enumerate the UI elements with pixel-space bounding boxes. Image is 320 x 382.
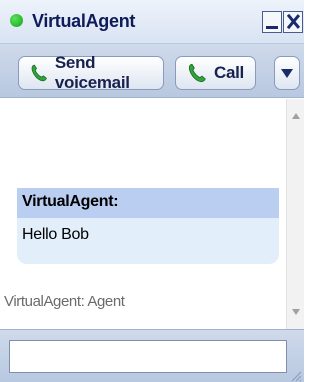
minimize-icon[interactable] [262, 11, 282, 33]
send-voicemail-label: Send voicemail [54, 53, 130, 92]
message-sender: VirtualAgent: [17, 188, 279, 218]
message-text: Hello Bob [22, 226, 89, 243]
phone-icon [188, 63, 206, 83]
scroll-up-icon[interactable] [292, 113, 300, 119]
toolbar: Send voicemail Call [0, 44, 304, 98]
close-icon[interactable] [283, 11, 303, 33]
chat-message: VirtualAgent: Hello Bob [17, 188, 279, 264]
more-options-button[interactable] [274, 56, 300, 90]
scroll-down-icon[interactable] [292, 309, 300, 315]
chat-scrollbar[interactable] [286, 99, 304, 329]
phone-icon [31, 64, 47, 82]
call-label: Call [214, 63, 244, 82]
message-input[interactable] [9, 340, 287, 373]
input-area [0, 329, 304, 382]
chat-window: VirtualAgent Send voicemail Call Virtual… [0, 0, 304, 382]
title-bar[interactable]: VirtualAgent [0, 0, 304, 44]
call-button[interactable]: Call [175, 56, 256, 90]
chat-transcript: VirtualAgent: Hello Bob VirtualAgent: Ag… [0, 99, 286, 329]
online-status-icon [10, 14, 23, 27]
dropdown-arrow-icon [281, 68, 293, 78]
system-message: VirtualAgent: Agent [4, 293, 125, 310]
send-voicemail-button[interactable]: Send voicemail [18, 53, 164, 92]
resize-grip-icon[interactable] [290, 370, 302, 382]
window-title: VirtualAgent [32, 11, 136, 31]
